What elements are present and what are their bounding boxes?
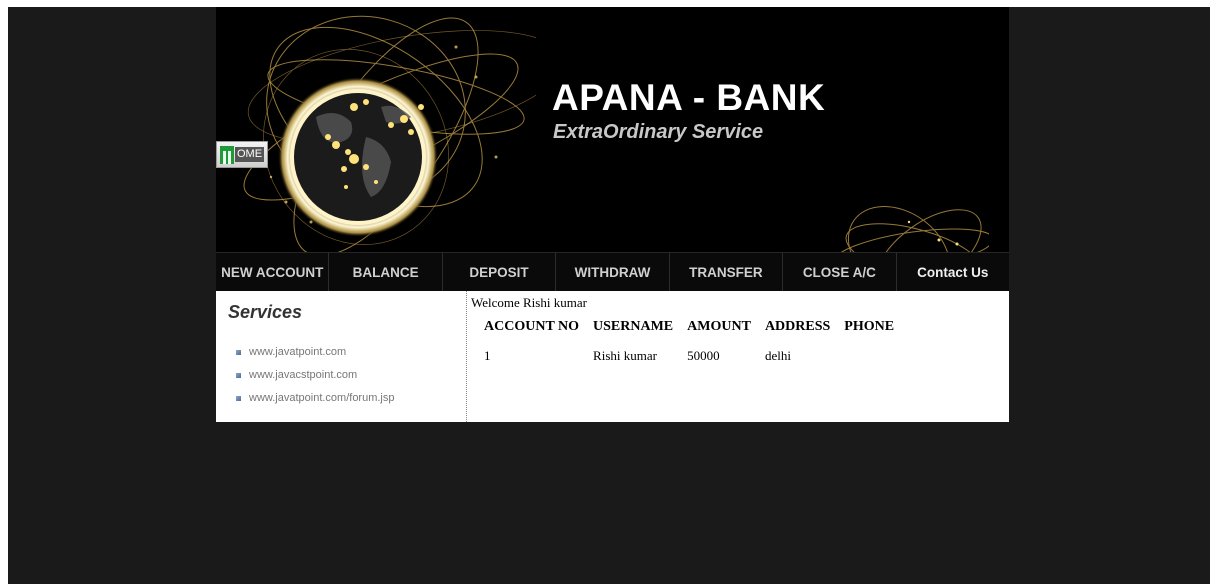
site-title: APANA - BANK	[552, 77, 826, 118]
nav-withdraw[interactable]: WITHDRAW	[556, 253, 670, 291]
main-navigation: NEW ACCOUNT BALANCE DEPOSIT WITHDRAW TRA…	[216, 252, 1009, 291]
home-button-label: OME	[235, 147, 265, 162]
column-header-phone: PHONE	[844, 319, 895, 334]
welcome-message: Welcome Rishi kumar	[471, 295, 587, 310]
cell-phone	[837, 340, 901, 367]
orbit-graphic	[834, 206, 989, 252]
bullet-icon	[236, 396, 241, 401]
service-link-forum[interactable]: www.javatpoint.com/forum.jsp	[249, 387, 395, 410]
main-panel: Welcome Rishi kumar ACCOUNT NO USERNAME …	[467, 291, 1009, 422]
column-header-address: ADDRESS	[764, 319, 831, 334]
column-header-account-no: ACCOUNT NO	[484, 319, 580, 334]
bullet-icon	[236, 350, 241, 355]
account-table: ACCOUNT NO USERNAME AMOUNT ADDRESS PHONE…	[477, 313, 901, 367]
services-link-list: www.javatpoint.com www.javacstpoint.com …	[228, 341, 466, 410]
service-link-javacstpoint[interactable]: www.javacstpoint.com	[249, 364, 357, 387]
table-header-row: ACCOUNT NO USERNAME AMOUNT ADDRESS PHONE	[477, 313, 901, 340]
services-list-item: www.javacstpoint.com	[236, 364, 466, 387]
cell-amount: 50000	[687, 348, 720, 363]
services-list-item: www.javatpoint.com/forum.jsp	[236, 387, 466, 410]
globe-graphic	[243, 15, 536, 252]
nav-new-account[interactable]: NEW ACCOUNT	[216, 253, 330, 291]
services-list-item: www.javatpoint.com	[236, 341, 466, 364]
column-header-amount: AMOUNT	[687, 319, 751, 334]
nav-deposit[interactable]: DEPOSIT	[443, 253, 557, 291]
site-container: OME APANA - BANK ExtraOrdinary Service N…	[216, 7, 1009, 422]
content-area: Services www.javatpoint.com www.javacstp…	[216, 291, 1009, 422]
site-tagline: ExtraOrdinary Service	[553, 121, 764, 143]
bullet-icon	[236, 373, 241, 378]
nav-close-account[interactable]: CLOSE A/C	[783, 253, 897, 291]
home-button[interactable]: OME	[216, 141, 268, 168]
table-row: 1 Rishi kumar 50000 delhi	[477, 340, 901, 367]
column-header-username: USERNAME	[593, 319, 674, 334]
home-icon	[220, 145, 234, 164]
services-title: Services	[228, 302, 303, 322]
cell-address: delhi	[764, 348, 791, 363]
nav-transfer[interactable]: TRANSFER	[670, 253, 784, 291]
services-sidebar: Services www.javatpoint.com www.javacstp…	[216, 291, 467, 422]
service-link-javatpoint[interactable]: www.javatpoint.com	[249, 341, 346, 364]
cell-account-no: 1	[484, 348, 491, 363]
site-header: OME APANA - BANK ExtraOrdinary Service	[216, 7, 1009, 252]
nav-balance[interactable]: BALANCE	[329, 253, 443, 291]
nav-contact-us[interactable]: Contact Us	[897, 253, 1009, 291]
cell-username: Rishi kumar	[593, 348, 657, 363]
